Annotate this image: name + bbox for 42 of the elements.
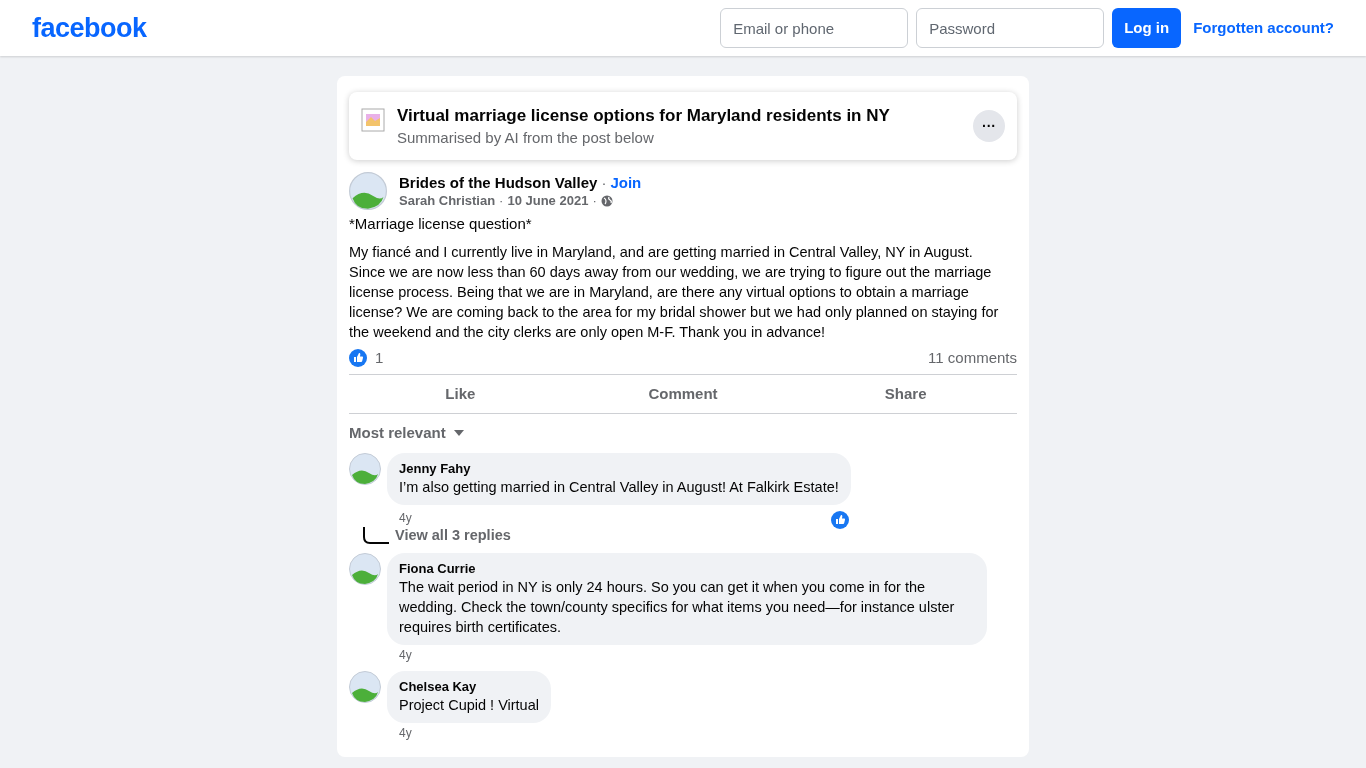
post-date[interactable]: 10 June 2021 — [507, 193, 589, 209]
like-count[interactable]: 1 — [375, 346, 384, 370]
password-field[interactable]: Password — [916, 8, 1105, 48]
more-options-button[interactable]: ··· — [973, 110, 1005, 142]
avatar-placeholder-icon — [349, 552, 381, 585]
forgotten-account-link[interactable]: Forgotten account? — [1193, 16, 1334, 40]
globe-icon — [600, 195, 613, 207]
post-heading: *Marriage license question* — [349, 214, 533, 234]
author-name[interactable]: Sarah Christian — [399, 193, 496, 209]
join-link[interactable]: Join — [610, 173, 642, 193]
group-name[interactable]: Brides of the Hudson Valley — [399, 173, 598, 193]
avatar-placeholder-icon — [349, 670, 381, 703]
commenter-name: Fiona Currie — [399, 560, 477, 577]
sort-dropdown[interactable]: Most relevant — [349, 422, 464, 445]
comment-text: I’m also getting married in Central Valley in August! At Falkirk Estate! — [399, 477, 839, 497]
comment-time: 4y — [399, 724, 412, 741]
post-action-button[interactable]: Share — [794, 375, 1017, 413]
commenter-name: Jenny Fahy — [399, 460, 472, 477]
login-button[interactable]: Log in — [1112, 8, 1182, 48]
reply-connector-line — [363, 526, 389, 545]
thumbs-up-icon — [349, 349, 367, 367]
view-replies-link[interactable]: View all 3 replies — [395, 524, 511, 545]
summary-title: Virtual marriage license options for Maryland residents in NY — [397, 105, 891, 127]
caret-icon — [453, 430, 464, 437]
summary-subtitle: Summarised by AI from the post below — [397, 128, 655, 148]
facebook-logo[interactable]: facebook — [32, 7, 147, 49]
broken-image-icon — [361, 108, 385, 132]
comment-text: Project Cupid ! Virtual — [399, 695, 539, 715]
dot-separator: · — [601, 173, 607, 193]
dot-separator: · — [592, 193, 597, 209]
post-action-button[interactable]: Comment — [571, 375, 795, 413]
comment-text: The wait period in NY is only 24 hours. So you can get it when you come in for the wedding. Check the town/county specifics for what items you need—for instance ulster requires birth certificates. — [399, 577, 956, 637]
email-field[interactable]: Email or phone — [720, 8, 909, 48]
commenter-name: Chelsea Kay — [399, 678, 478, 695]
post-action-button[interactable]: Like — [349, 375, 572, 413]
avatar-placeholder-icon — [349, 172, 387, 210]
comment-time: 4y — [399, 646, 412, 663]
comment-count[interactable]: 11 comments — [928, 346, 1017, 370]
comment-time: 4y — [399, 509, 412, 526]
avatar-placeholder-icon — [349, 452, 381, 485]
dot-separator: · — [499, 193, 504, 209]
post-text: My fiancé and I currently live in Maryland, and are getting married in Central Valley, NY in August. Since we are now less than 60 days away from our wedding, we are trying to figure out the marriage license process. Being that we are in Maryland, are there any virtual options to obtain a marriage license? We are coming back to the area for my bridal shower but we had only planned on staying for the weekend and the city clerks are only open M-F. Thank you in advance! — [349, 243, 1000, 342]
